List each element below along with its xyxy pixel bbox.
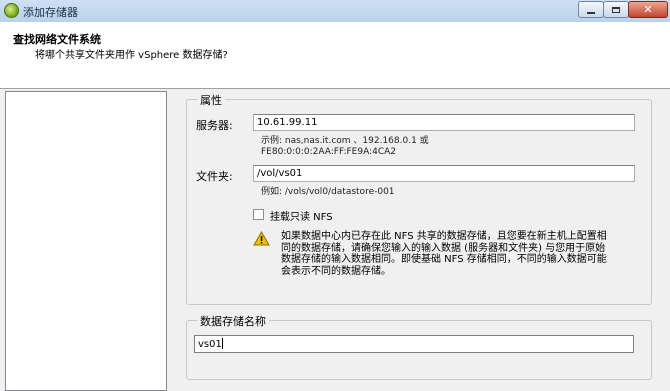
page-title: 查找网络文件系统 [13,33,101,46]
close-icon: ✕ [643,3,653,16]
maximize-button[interactable] [603,1,629,18]
warning-line: 如果数据中心内已存在此 NFS 共享的数据存储，且您要在新主机上配置相 [281,231,607,242]
readonly-nfs-label[interactable]: 挂载只读 NFS [270,208,333,223]
maximize-icon [612,6,620,13]
warning-line: 会表示不同的数据存储。 [281,265,391,277]
properties-group-label: 属性 [197,92,225,108]
readonly-nfs-checkbox[interactable] [253,209,264,220]
warning-message: 如果数据中心内已存在此 NFS 共享的数据存储，且您要在新主机上配置相 同的数据… [281,231,649,277]
folder-hint: 例如: /vols/vol0/datastore-001 [261,187,395,197]
title-bar: 添加存储器 ✕ [0,0,670,23]
page-subtitle: 将哪个共享文件夹用作 vSphere 数据存储? [35,50,228,61]
datastore-name-group-label: 数据存储名称 [197,313,269,329]
warning-line: 同的数据存储，请确保您输入的输入数据 (服务器和文件夹) 与您用于原始 [281,242,606,254]
datastore-name-value: vs01 [198,339,222,350]
server-label: 服务器: [196,119,233,132]
text-caret [221,338,223,349]
warning-line: 数据存储的输入数据相同。即使基础 NFS 存储相同，不同的输入数据可能 [281,254,607,265]
server-hint-line1: 示例: nas,nas.it.com 、192.168.0.1 或 [261,136,429,146]
server-input[interactable]: 10.61.99.11 [253,114,635,131]
datastore-name-input[interactable]: vs01 [194,335,634,353]
wizard-header: 查找网络文件系统 将哪个共享文件夹用作 vSphere 数据存储? [0,22,670,89]
minimize-icon [587,11,595,14]
folder-input[interactable]: /vol/vs01 [253,165,635,182]
vsphere-app-icon [4,3,19,18]
wizard-steps-pane[interactable] [5,91,167,391]
window-title: 添加存储器 [23,6,78,19]
folder-label: 文件夹: [196,170,233,183]
minimize-button[interactable] [578,1,604,18]
warning-icon [253,231,270,246]
close-button[interactable]: ✕ [628,1,668,18]
server-hint-line2: FE80:0:0:0:2AA:FF:FE9A:4CA2 [261,147,396,157]
